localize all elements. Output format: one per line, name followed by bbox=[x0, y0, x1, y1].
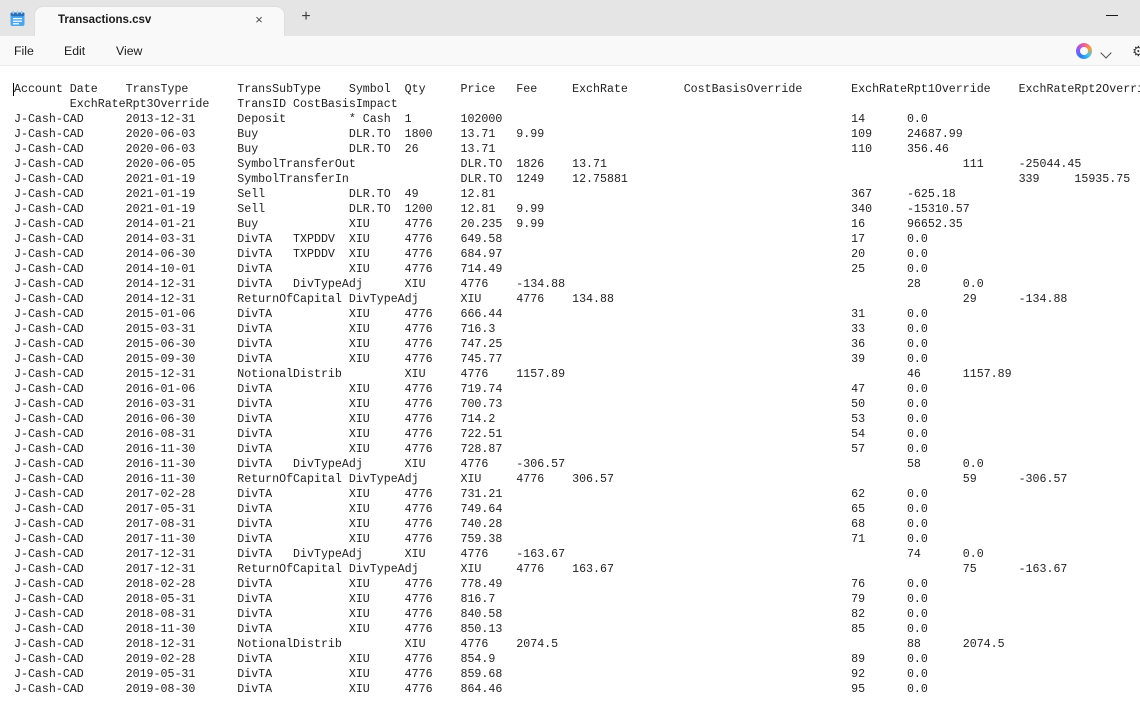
minimize-icon bbox=[1106, 15, 1118, 16]
notepad-window: { "window": { "app": "Notepad", "tab_tit… bbox=[0, 0, 1140, 701]
text-editor[interactable]: Account Date TransType TransSubType Symb… bbox=[0, 66, 1140, 701]
title-bar: Transactions.csv × + bbox=[0, 0, 1140, 36]
tab-title: Transactions.csv bbox=[58, 14, 151, 26]
tab-transactions-csv[interactable]: Transactions.csv × bbox=[34, 6, 285, 36]
gear-icon[interactable]: ⚙ bbox=[1132, 44, 1140, 60]
notepad-app-icon bbox=[8, 9, 27, 28]
menu-file[interactable]: File bbox=[9, 42, 39, 60]
minimize-button[interactable] bbox=[1102, 2, 1128, 28]
menu-bar: File Edit View ⚙ bbox=[0, 36, 1140, 66]
menu-edit[interactable]: Edit bbox=[59, 42, 90, 60]
new-tab-button[interactable]: + bbox=[296, 7, 316, 27]
tab-close-icon[interactable]: × bbox=[250, 11, 268, 29]
text-editor-content[interactable]: Account Date TransType TransSubType Symb… bbox=[14, 82, 1140, 697]
chevron-down-icon[interactable] bbox=[1100, 47, 1111, 58]
menu-view[interactable]: View bbox=[111, 42, 147, 60]
copilot-icon[interactable] bbox=[1076, 43, 1092, 59]
